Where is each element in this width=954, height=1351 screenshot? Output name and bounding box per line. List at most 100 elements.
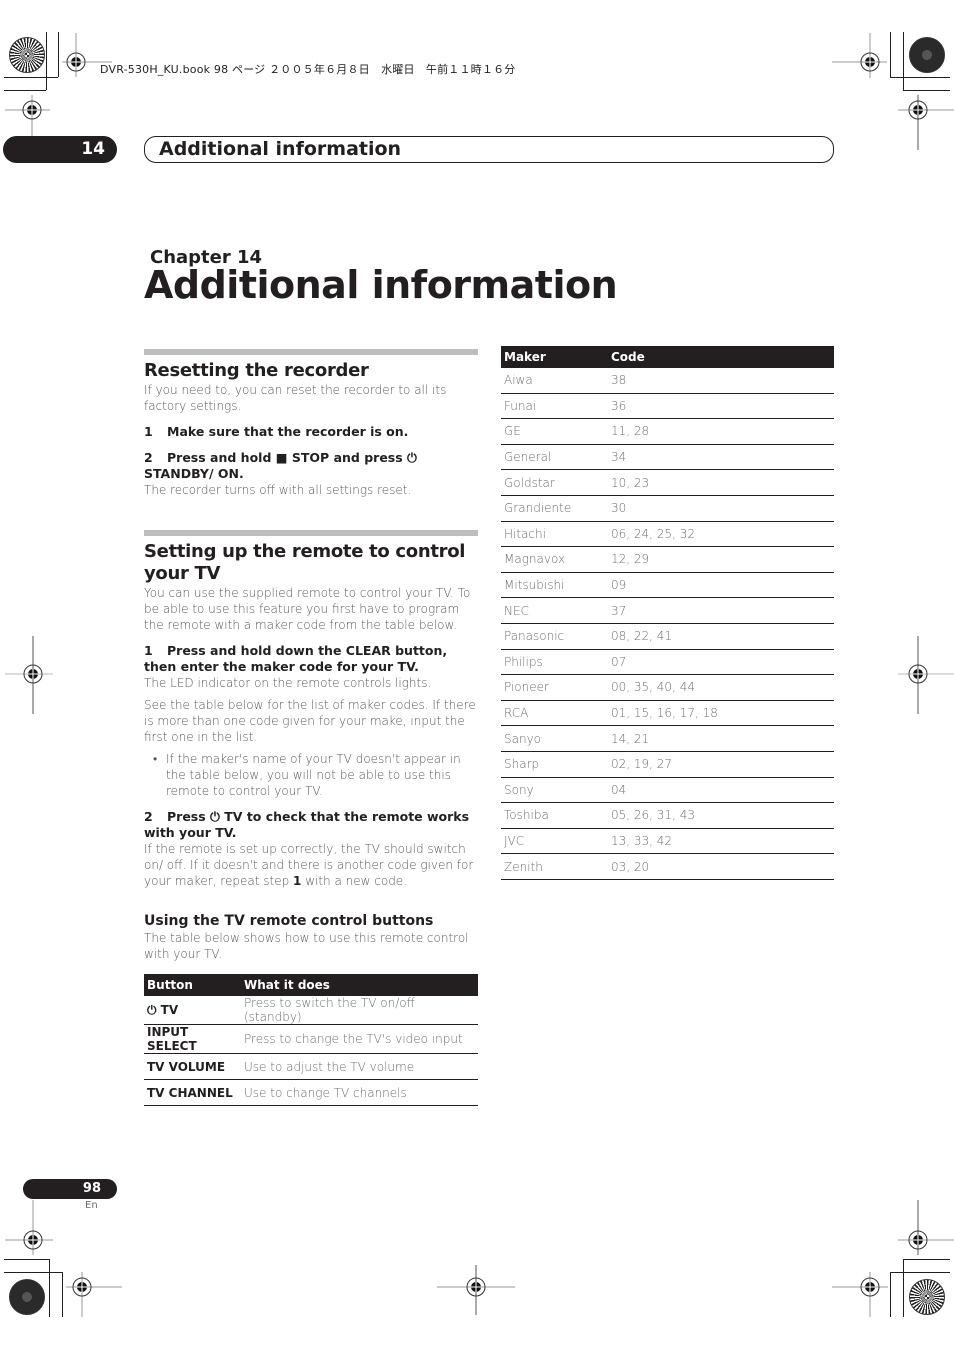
maker-name: Sanyo: [501, 725, 608, 752]
maker-code: 00, 35, 40, 44: [608, 674, 834, 701]
remote-intro: You can use the supplied remote to contr…: [144, 586, 471, 632]
table-row: Sony 04: [501, 777, 834, 804]
maker-code: 14, 21: [608, 725, 834, 752]
table-row: GE 11, 28: [501, 418, 834, 445]
tv-buttons-table: Button What it does ⏻ TV Press to switch …: [144, 974, 478, 1106]
remote-step-1: 1 Press and hold down the CLEAR button, t…: [144, 643, 478, 675]
maker-name: Aiwa: [501, 368, 608, 394]
maker-name: Goldstar: [501, 469, 608, 496]
table-row: General 34: [501, 444, 834, 471]
crop-mark: [49, 1259, 50, 1317]
print-metadata: DVR-530H_KU.book 98 ページ ２００５年６月８日 水曜日 午前…: [100, 63, 516, 76]
table-row: Toshiba 05, 26, 31, 43: [501, 802, 834, 829]
registration-mark-icon: [66, 1272, 122, 1317]
maker-name: NEC: [501, 597, 608, 624]
remote-step-2: 2 Press ⏻ TV to check that the remote wor…: [144, 809, 478, 841]
button-name: TV CHANNEL: [144, 1079, 241, 1106]
maker-name: RCA: [501, 700, 608, 727]
button-description: Press to change the TV's video input: [241, 1024, 478, 1054]
reset-step-2: 2 Press and hold ■ STOP and press ⏻ STAND…: [144, 450, 478, 482]
maker-code: 04: [608, 777, 834, 804]
page-language: En: [85, 1200, 98, 1211]
buttons-intro: The table below shows how to use this re…: [144, 931, 469, 961]
reset-intro: If you need to, you can reset the record…: [144, 383, 447, 413]
color-target-icon: [9, 37, 45, 73]
crop-mark: [890, 1272, 891, 1317]
maker-code: 37: [608, 597, 834, 624]
table-row: Magnavox 12, 29: [501, 546, 834, 573]
maker-name: Zenith: [501, 853, 608, 880]
maker-code: 07: [608, 649, 834, 676]
registration-mark-icon: [898, 636, 954, 714]
crop-mark: [46, 32, 47, 90]
table-row: Philips 07: [501, 649, 834, 676]
step-number: 2: [144, 450, 153, 465]
maker-code: 36: [608, 393, 834, 420]
table-row: RCA 01, 15, 16, 17, 18: [501, 700, 834, 727]
registration-mark-icon: [832, 1272, 888, 1317]
registration-mark-icon: [898, 1200, 954, 1255]
table-header-row: Maker Code: [501, 346, 834, 368]
page-number: 98: [23, 1179, 117, 1199]
button-name: INPUT SELECT: [144, 1024, 241, 1054]
maker-name: Philips: [501, 649, 608, 676]
section-heading-remote: Setting up the remote to control your TV: [144, 541, 466, 584]
left-column: Resetting the recorder If you need to, y…: [144, 349, 478, 1106]
color-target-icon: [909, 1279, 945, 1315]
button-description: Press to switch the TV on/off (standby): [241, 996, 478, 1025]
step-text: Make sure that the recorder is on.: [167, 424, 409, 439]
crop-mark: [4, 1272, 62, 1273]
result-text: with a new code.: [301, 874, 408, 888]
step-text: Press ⏻ TV to check that the remote work…: [144, 809, 470, 840]
button-description: Use to change TV channels: [241, 1079, 478, 1106]
maker-name: Sharp: [501, 751, 608, 778]
step-number: 1: [144, 643, 153, 658]
maker-code: 05, 26, 31, 43: [608, 802, 834, 829]
step-text: Press and hold down the CLEAR button, th…: [144, 643, 448, 674]
table-row: Zenith 03, 20: [501, 853, 834, 880]
maker-code: 11, 28: [608, 418, 834, 445]
section-divider: [144, 349, 478, 355]
table-row: ⏻ TV Press to switch the TV on/off (stand…: [144, 996, 478, 1025]
table-row: Panasonic 08, 22, 41: [501, 623, 834, 650]
column-header: Code: [608, 346, 834, 368]
step-number: 2: [144, 809, 153, 824]
maker-code: 09: [608, 572, 834, 599]
table-row: TV CHANNEL Use to change TV channels: [144, 1079, 478, 1106]
button-name: TV VOLUME: [144, 1053, 241, 1080]
table-row: Funai 36: [501, 393, 834, 420]
maker-name: Panasonic: [501, 623, 608, 650]
crop-mark: [890, 1272, 950, 1273]
remote-step-1-note: See the table below for the list of make…: [144, 698, 476, 744]
registration-mark-icon: [898, 95, 954, 150]
section-heading-buttons: Using the TV remote control buttons: [144, 913, 434, 929]
table-row: Mitsubishi 09: [501, 572, 834, 599]
crop-mark: [903, 1259, 950, 1260]
crop-mark: [4, 1259, 50, 1260]
reset-step-2-result: The recorder turns off with all settings…: [144, 483, 412, 497]
column-header: What it does: [241, 974, 478, 996]
maker-name: Hitachi: [501, 521, 608, 548]
column-header: Maker: [501, 346, 608, 368]
maker-name: Toshiba: [501, 802, 608, 829]
maker-code-table: Maker Code Aiwa 38 Funai 36 GE 11, 28 General 3…: [501, 346, 834, 880]
maker-name: Grandiente: [501, 495, 608, 522]
step-number: 1: [144, 424, 153, 439]
table-row: Grandiente 30: [501, 495, 834, 522]
table-row: JVC 13, 33, 42: [501, 828, 834, 855]
crop-mark: [4, 77, 58, 78]
table-row: Hitachi 06, 24, 25, 32: [501, 521, 834, 548]
table-row: Sharp 02, 19, 27: [501, 751, 834, 778]
registration-mark-icon: [437, 1265, 515, 1315]
crop-mark: [903, 1259, 904, 1317]
crop-mark: [4, 90, 46, 91]
table-row: NEC 37: [501, 597, 834, 624]
maker-code: 03, 20: [608, 853, 834, 880]
crop-mark: [890, 32, 891, 77]
chapter-number-tab: 14: [3, 136, 117, 163]
step-text: Press and hold ■ STOP and press ⏻ STANDB…: [144, 450, 417, 481]
crop-mark: [903, 32, 904, 90]
column-header: Button: [144, 974, 241, 996]
maker-code: 30: [608, 495, 834, 522]
maker-code: 01, 15, 16, 17, 18: [608, 700, 834, 727]
